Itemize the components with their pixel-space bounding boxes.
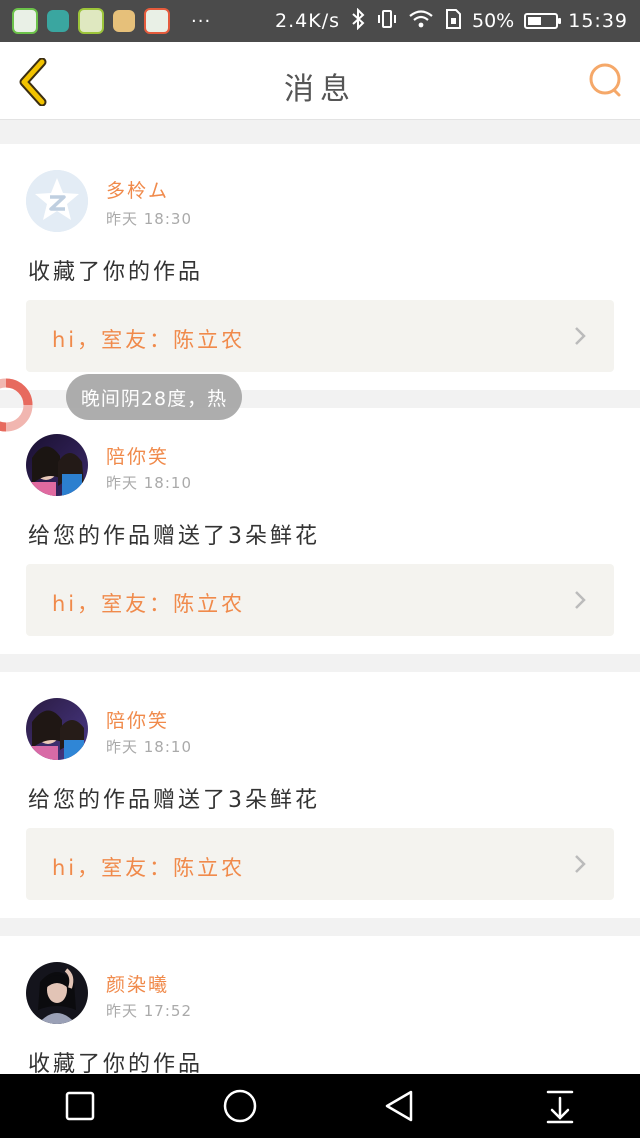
- avatar[interactable]: [26, 698, 88, 760]
- user-photo-icon: [26, 434, 88, 496]
- home-button[interactable]: [210, 1081, 270, 1131]
- message-time: 昨天 18:10: [106, 738, 192, 756]
- message-card[interactable]: 陪你笑 昨天 18:10 给您的作品赠送了3朵鲜花 hi，室友：陈立农: [0, 408, 640, 654]
- quoted-work-title: hi，室友：陈立农: [52, 856, 246, 880]
- app-notification-icon: [12, 8, 38, 34]
- message-card[interactable]: 多柃ム 昨天 18:30 收藏了你的作品 hi，室友：陈立农: [0, 144, 640, 390]
- search-button[interactable]: [586, 60, 626, 100]
- quoted-work-title: hi，室友：陈立农: [52, 328, 246, 352]
- wifi-icon: [408, 9, 434, 34]
- quoted-work[interactable]: hi，室友：陈立农: [26, 828, 614, 900]
- app-notification-icon: [144, 8, 170, 34]
- message-card[interactable]: 陪你笑 昨天 18:10 给您的作品赠送了3朵鲜花 hi，室友：陈立农: [0, 672, 640, 918]
- vibrate-icon: [376, 8, 398, 35]
- search-icon: [589, 63, 621, 97]
- message-time: 昨天 18:30: [106, 210, 192, 228]
- notification-icons: ···: [12, 8, 211, 34]
- message-action: 给您的作品赠送了3朵鲜花: [28, 788, 320, 813]
- more-notifications-icon: ···: [191, 10, 212, 32]
- user-photo-icon: [26, 698, 88, 760]
- chevron-right-icon: [575, 591, 586, 609]
- sender-name[interactable]: 陪你笑: [106, 706, 169, 733]
- user-photo-icon: [26, 962, 88, 1024]
- qzone-star-icon: [26, 170, 88, 232]
- quoted-work[interactable]: hi，室友：陈立农: [26, 300, 614, 372]
- battery-percent: 50%: [472, 10, 515, 32]
- bluetooth-icon: [350, 7, 366, 35]
- page-title: 消息: [284, 72, 356, 107]
- app-notification-icon: [113, 10, 135, 32]
- triangle-back-icon: [385, 1090, 413, 1122]
- navigation-bar: [0, 1074, 640, 1138]
- chevron-right-icon: [575, 855, 586, 873]
- floating-lifebuoy-icon[interactable]: [0, 376, 36, 434]
- notification-shade-button[interactable]: [530, 1081, 590, 1131]
- sim-icon: [444, 8, 462, 35]
- sender-name[interactable]: 颜染曦: [106, 970, 169, 997]
- avatar[interactable]: [26, 434, 88, 496]
- network-speed: 2.4K/s: [275, 10, 340, 32]
- circle-icon: [223, 1089, 257, 1123]
- avatar[interactable]: [26, 170, 88, 232]
- message-action: 给您的作品赠送了3朵鲜花: [28, 524, 320, 549]
- weather-toast[interactable]: 晚间阴28度，热: [66, 374, 242, 420]
- clock: 15:39: [568, 10, 628, 32]
- moon-app-icon: [47, 10, 69, 32]
- message-card[interactable]: 颜染曦 昨天 17:52 收藏了你的作品: [0, 936, 640, 1077]
- back-nav-button[interactable]: [370, 1081, 430, 1131]
- battery-icon: [524, 13, 562, 29]
- status-bar: ··· 2.4K/s 50% 15:39: [0, 0, 640, 42]
- sender-name[interactable]: 陪你笑: [106, 442, 169, 469]
- message-action: 收藏了你的作品: [28, 260, 204, 285]
- sender-name[interactable]: 多柃ム: [106, 176, 169, 203]
- square-icon: [65, 1091, 95, 1121]
- message-time: 昨天 17:52: [106, 1002, 192, 1020]
- quoted-work-title: hi，室友：陈立农: [52, 592, 246, 616]
- app-notification-icon: [78, 8, 104, 34]
- recent-apps-button[interactable]: [50, 1081, 110, 1131]
- quoted-work[interactable]: hi，室友：陈立农: [26, 564, 614, 636]
- avatar[interactable]: [26, 962, 88, 1024]
- message-time: 昨天 18:10: [106, 474, 192, 492]
- pull-down-icon: [546, 1090, 574, 1124]
- battery-level: [528, 17, 542, 25]
- chevron-right-icon: [575, 327, 586, 345]
- header: 消息: [0, 42, 640, 120]
